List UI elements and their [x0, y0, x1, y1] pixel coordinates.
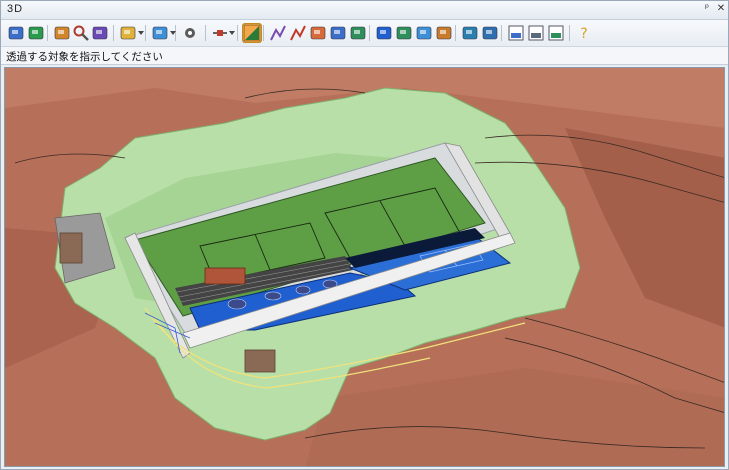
layer-icon[interactable]: [375, 24, 393, 42]
small-building-bottom: [244, 349, 276, 373]
toolbar-separator: [47, 25, 48, 41]
3d-scene[interactable]: [5, 68, 725, 467]
toolbar-separator: [237, 25, 238, 41]
chevron-down-icon[interactable]: [170, 31, 176, 35]
camera-view-icon[interactable]: [91, 24, 109, 42]
toolbar-separator: [569, 25, 570, 41]
prompt-text: 透過する対象を指示してください: [6, 51, 163, 63]
rotate-view-icon[interactable]: [7, 24, 25, 42]
toolbar-separator: [145, 25, 146, 41]
walk-icon[interactable]: [461, 24, 479, 42]
paint-icon[interactable]: [415, 24, 433, 42]
slope-icon[interactable]: [349, 24, 367, 42]
cube-view-icon[interactable]: [151, 24, 169, 42]
light-icon[interactable]: [119, 24, 137, 42]
toolbar-separator: [501, 25, 502, 41]
picture-icon[interactable]: [547, 24, 565, 42]
shade-structure: [204, 267, 246, 285]
chevron-down-icon[interactable]: [229, 31, 235, 35]
help-icon[interactable]: ?: [575, 24, 593, 42]
print-icon[interactable]: [527, 24, 545, 42]
polyline-icon[interactable]: [289, 24, 307, 42]
measure-icon[interactable]: [211, 24, 229, 42]
fit-view-icon[interactable]: [53, 24, 71, 42]
svg-text:?: ?: [580, 26, 587, 42]
3d-viewport[interactable]: [4, 67, 725, 467]
export-image-icon[interactable]: [507, 24, 525, 42]
person-icon[interactable]: [481, 24, 499, 42]
settings-icon[interactable]: [181, 24, 199, 42]
zoom-icon[interactable]: [72, 24, 90, 42]
globe-view-icon[interactable]: [27, 24, 45, 42]
window-title: 3D: [7, 3, 24, 15]
pin-icon[interactable]: ᵖ: [701, 3, 713, 15]
3d-window: 3D ᵖ ✕ ? 透過する対象を指示してください: [0, 0, 729, 470]
chevron-down-icon[interactable]: [138, 31, 144, 35]
toolbar-separator: [205, 25, 206, 41]
toolbar-separator: [369, 25, 370, 41]
toolbar-separator: [263, 25, 264, 41]
section-icon[interactable]: [329, 24, 347, 42]
toolbar-separator: [455, 25, 456, 41]
toolbar: ?: [1, 20, 728, 47]
title-bar: 3D ᵖ ✕: [1, 1, 728, 20]
small-building-left: [59, 232, 83, 264]
terrain-icon[interactable]: [309, 24, 327, 42]
draw-line-icon[interactable]: [269, 24, 287, 42]
surface-color-icon[interactable]: [243, 24, 261, 42]
toolbar-separator: [113, 25, 114, 41]
book-icon[interactable]: [435, 24, 453, 42]
close-icon[interactable]: ✕: [715, 3, 727, 15]
status-prompt: 透過する対象を指示してください: [1, 47, 728, 65]
tree-icon[interactable]: [395, 24, 413, 42]
